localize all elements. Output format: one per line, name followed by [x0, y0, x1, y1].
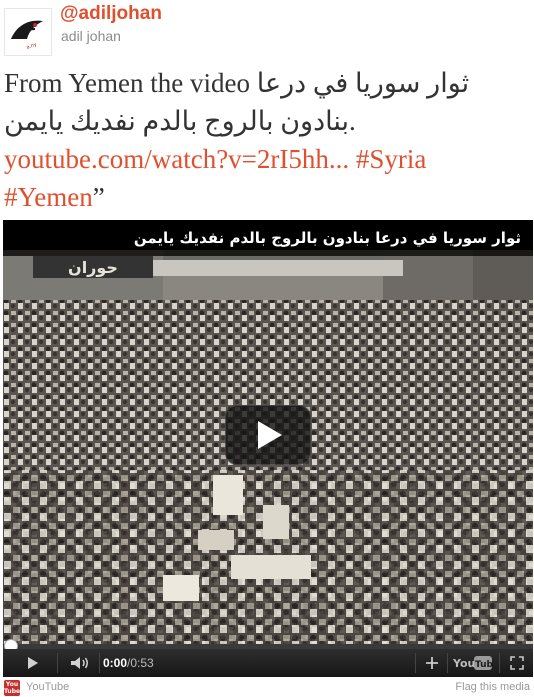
- youtube-logo-icon: You Tube: [453, 656, 493, 670]
- volume-button[interactable]: [65, 649, 95, 677]
- fullscreen-button[interactable]: [503, 649, 531, 677]
- user-handle-link[interactable]: @adiljohan: [60, 3, 162, 25]
- tweet-header: a.ny @adiljohan adil johan: [0, 0, 534, 60]
- wall-banner-text: حوران: [68, 258, 118, 277]
- divider: [99, 653, 100, 673]
- divider: [415, 653, 416, 673]
- volume-icon: [71, 657, 88, 669]
- media-footer: You Tube YouTube Flag this media: [0, 678, 534, 697]
- hashtag-syria[interactable]: #Syria: [356, 144, 427, 174]
- play-icon: [258, 421, 282, 449]
- player-controls: 0:00 / 0:53 You Tube: [3, 649, 533, 677]
- divider: [447, 653, 448, 673]
- time-display: 0:00 / 0:53: [103, 649, 154, 677]
- hashtag-yemen[interactable]: #Yemen: [4, 182, 93, 212]
- play-button[interactable]: [17, 649, 47, 677]
- closing-quote: ”: [92, 182, 105, 212]
- youtube-logo-icon: You Tube: [4, 680, 21, 696]
- tweet-body-text: From Yemen the video ثوار سوريا في درعا …: [4, 68, 470, 136]
- svg-text:You: You: [453, 657, 475, 670]
- tweet-text: From Yemen the video ثوار سوريا في درعا …: [4, 64, 530, 216]
- media-source-link[interactable]: YouTube: [26, 681, 69, 693]
- add-icon: [426, 657, 438, 669]
- duration: 0:53: [130, 656, 154, 670]
- youtube-logo-button[interactable]: You Tube: [451, 649, 495, 677]
- youtube-link[interactable]: youtube.com/watch?v=2rI5hh...: [4, 144, 349, 174]
- current-time: 0:00: [103, 656, 128, 670]
- avatar[interactable]: a.ny: [4, 8, 52, 56]
- user-display-name: adil johan: [61, 28, 121, 44]
- fullscreen-icon: [510, 656, 524, 670]
- play-overlay-button[interactable]: [225, 405, 311, 465]
- video-player[interactable]: حوران ثوار سوريا في درعا بنادون بالروج ب…: [3, 220, 533, 677]
- add-to-button[interactable]: [419, 649, 445, 677]
- play-icon: [28, 657, 38, 669]
- video-title[interactable]: ثوار سوريا في درعا بنادون بالروج بالدم ن…: [3, 220, 533, 256]
- divider: [499, 653, 500, 673]
- flag-media-link[interactable]: Flag this media: [455, 681, 530, 693]
- svg-text:Tube: Tube: [475, 660, 493, 670]
- divider: [57, 653, 58, 673]
